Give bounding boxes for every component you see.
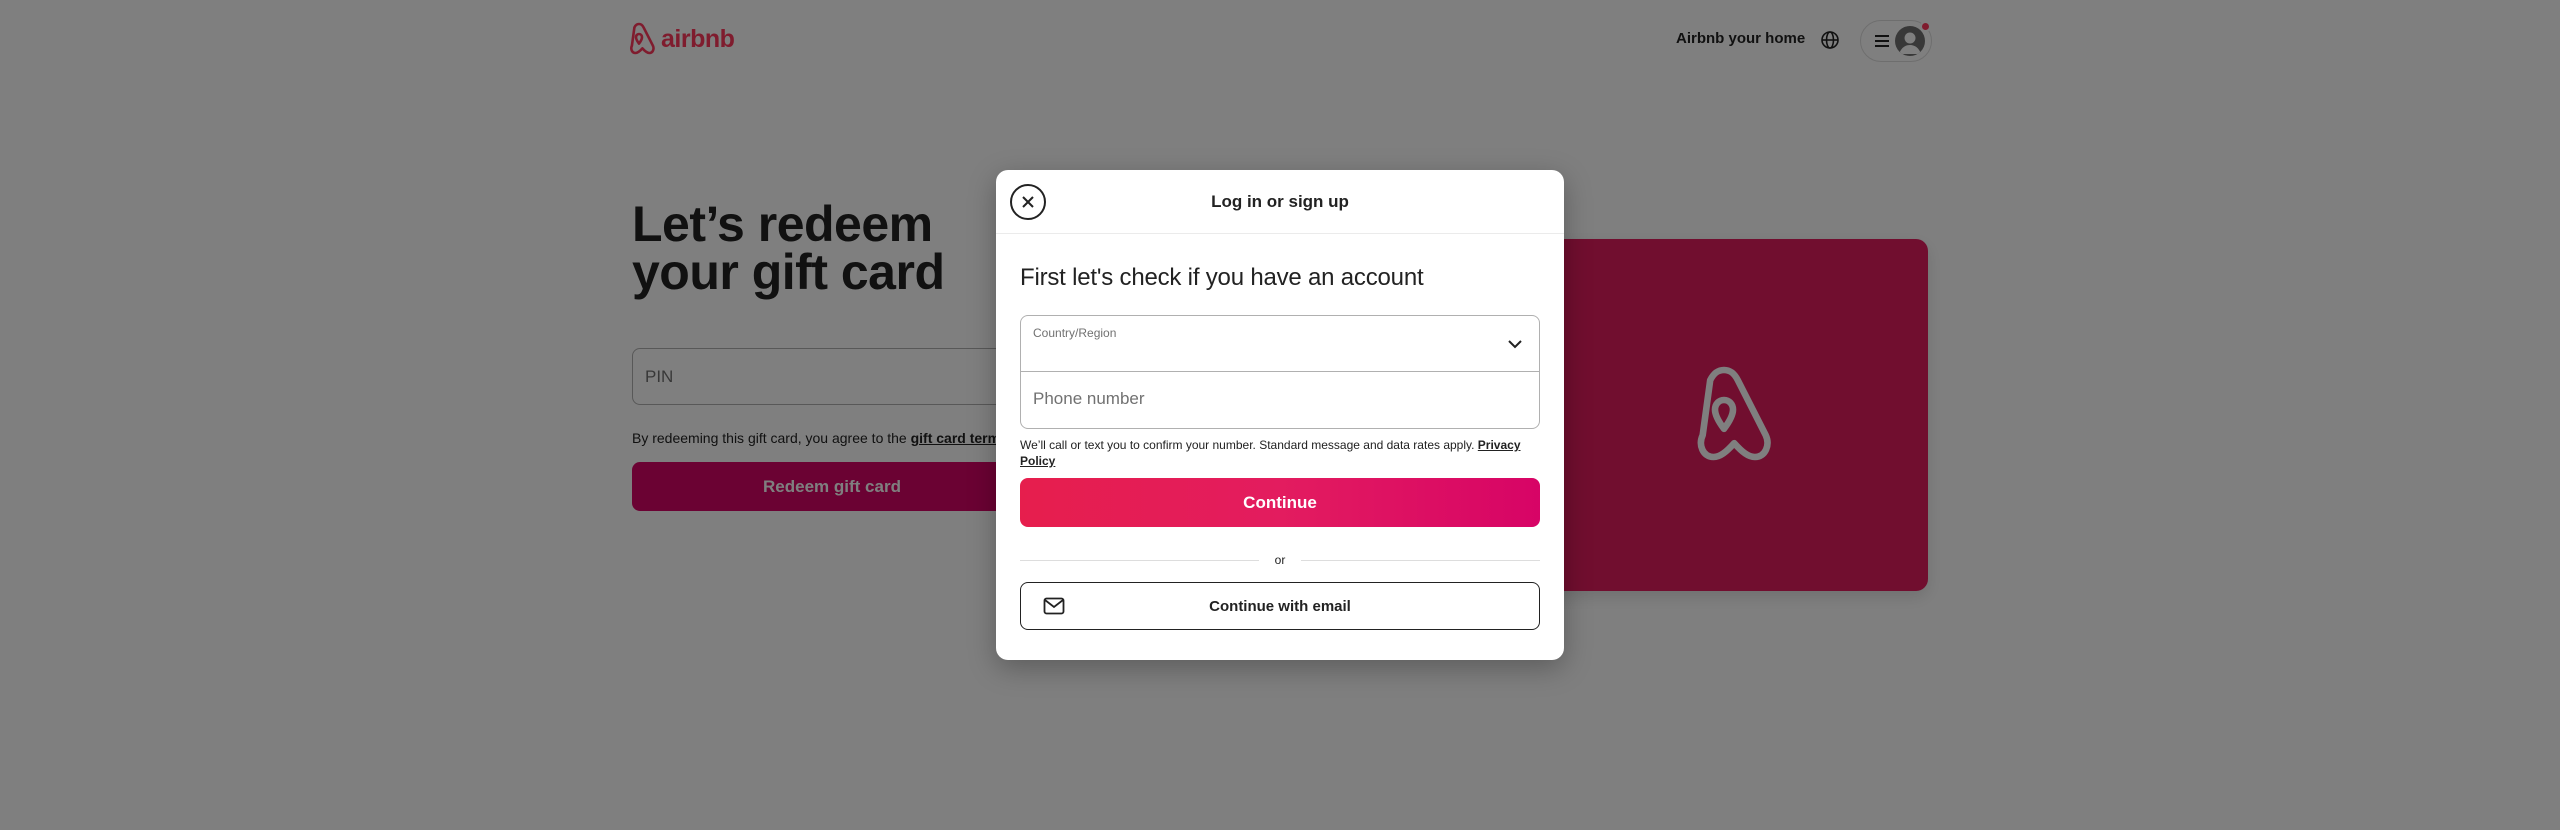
divider-text: or (1274, 553, 1286, 567)
divider-line (1020, 559, 1259, 561)
chevron-down-icon (1508, 340, 1522, 349)
country-region-label: Country/Region (1033, 326, 1117, 340)
continue-with-email-button[interactable]: Continue with email (1020, 582, 1540, 630)
phone-notice: We’ll call or text you to confirm your n… (1020, 437, 1540, 469)
modal-header: Log in or sign up (996, 170, 1564, 234)
country-region-select[interactable]: Country/Region (1021, 316, 1539, 372)
login-modal: Log in or sign up First let's check if y… (996, 170, 1564, 660)
envelope-icon (1043, 597, 1065, 615)
modal-title: Log in or sign up (1211, 191, 1349, 211)
phone-form: Country/Region Phone number (1020, 315, 1540, 429)
close-icon (1022, 196, 1034, 208)
or-divider: or (1020, 553, 1541, 567)
email-button-label: Continue with email (1209, 597, 1351, 615)
close-button[interactable] (1010, 184, 1046, 220)
notice-text: We’ll call or text you to confirm your n… (1020, 438, 1478, 452)
continue-button[interactable]: Continue (1020, 478, 1540, 527)
phone-number-input[interactable]: Phone number (1021, 372, 1539, 428)
divider-line (1301, 559, 1541, 561)
modal-heading: First let's check if you have an account (1020, 264, 1424, 291)
modal-body: First let's check if you have an account… (996, 264, 1564, 630)
